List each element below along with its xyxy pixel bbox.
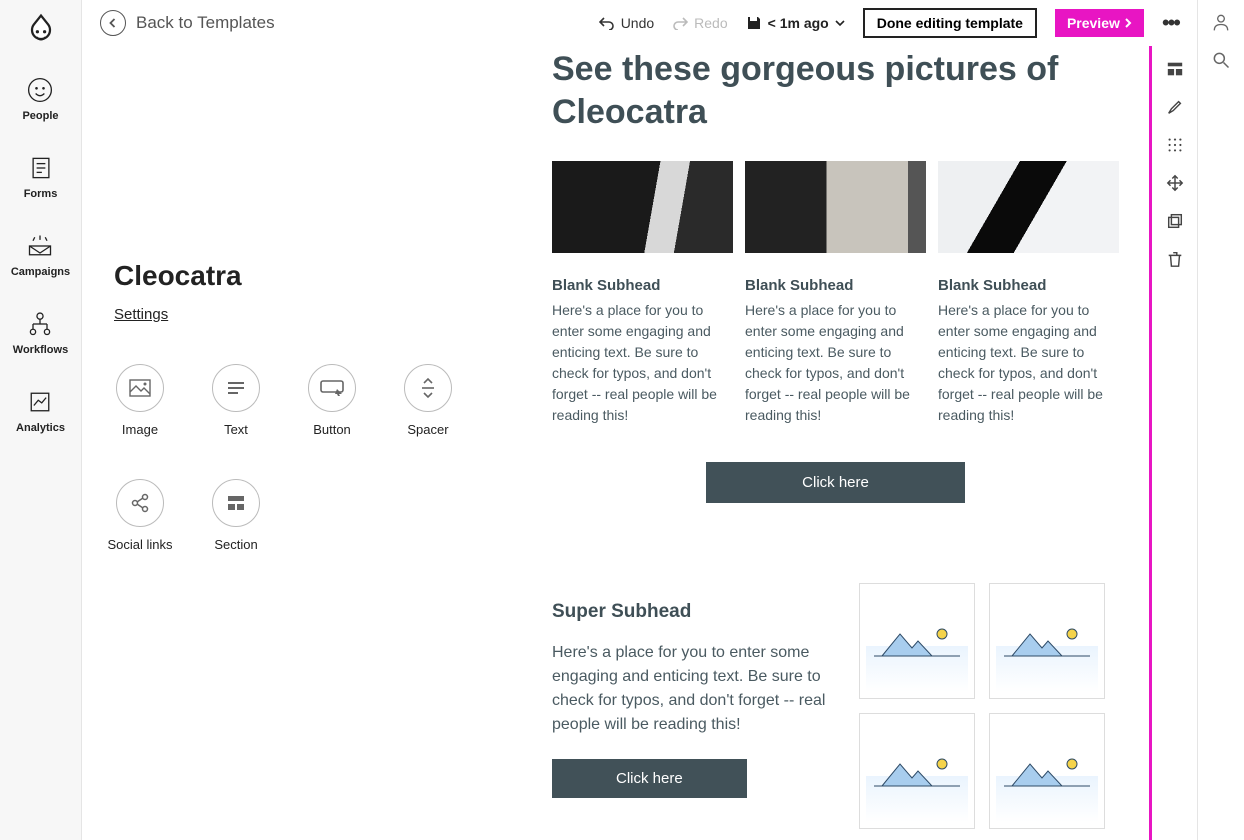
- section-two-subhead[interactable]: Super Subhead: [552, 601, 829, 623]
- settings-link[interactable]: Settings: [114, 306, 168, 323]
- brush-icon[interactable]: [1166, 98, 1184, 116]
- column-1-body[interactable]: Here's a place for you to enter some eng…: [552, 300, 733, 426]
- spacer-icon: [419, 377, 437, 399]
- editor-tools: [1149, 46, 1197, 840]
- nav-people-label: People: [22, 110, 58, 122]
- chevron-down-icon: [835, 19, 845, 27]
- redo-button[interactable]: Redo: [672, 15, 727, 31]
- template-title: Cleocatra: [114, 260, 490, 292]
- app-logo[interactable]: [23, 12, 59, 48]
- grid-dots-icon[interactable]: [1166, 136, 1184, 154]
- more-menu-icon[interactable]: •••: [1162, 10, 1179, 36]
- column-2-image[interactable]: [745, 161, 926, 253]
- utility-rail: [1197, 0, 1244, 840]
- cta-button-2[interactable]: Click here: [552, 759, 747, 798]
- topbar: Back to Templates Undo Redo < 1m ago Don…: [82, 0, 1197, 46]
- search-icon[interactable]: [1211, 50, 1231, 70]
- nav-campaigns[interactable]: Campaigns: [11, 232, 70, 278]
- save-status[interactable]: < 1m ago: [746, 15, 845, 31]
- column-2[interactable]: Blank Subhead Here's a place for you to …: [745, 161, 926, 426]
- column-1-subhead[interactable]: Blank Subhead: [552, 277, 733, 294]
- move-icon[interactable]: [1166, 174, 1184, 192]
- account-icon[interactable]: [1211, 12, 1231, 32]
- save-icon: [746, 15, 762, 31]
- block-button[interactable]: Button: [306, 364, 358, 437]
- column-3-subhead[interactable]: Blank Subhead: [938, 277, 1119, 294]
- hero-title[interactable]: See these gorgeous pictures of Cleocatra: [552, 48, 1119, 133]
- nav-people[interactable]: People: [22, 76, 58, 122]
- chevron-right-icon: [1124, 18, 1132, 28]
- column-3-image[interactable]: [938, 161, 1119, 253]
- nav-workflows-label: Workflows: [13, 344, 68, 356]
- placeholder-image-3[interactable]: [859, 713, 975, 829]
- placeholder-image-1[interactable]: [859, 583, 975, 699]
- three-column-row: Blank Subhead Here's a place for you to …: [552, 161, 1119, 426]
- nav-forms-label: Forms: [24, 188, 58, 200]
- cta-button-1[interactable]: Click here: [706, 462, 965, 503]
- image-icon: [129, 379, 151, 397]
- undo-button[interactable]: Undo: [599, 15, 654, 31]
- back-label: Back to Templates: [136, 13, 275, 33]
- block-text[interactable]: Text: [210, 364, 262, 437]
- text-icon: [226, 380, 246, 396]
- trash-icon[interactable]: [1166, 250, 1184, 268]
- nav-workflows[interactable]: Workflows: [13, 310, 68, 356]
- placeholder-image-4[interactable]: [989, 713, 1105, 829]
- column-3[interactable]: Blank Subhead Here's a place for you to …: [938, 161, 1119, 426]
- undo-icon: [599, 16, 615, 30]
- email-canvas[interactable]: See these gorgeous pictures of Cleocatra…: [522, 46, 1149, 840]
- block-palette: Image Text Button Spacer Social links Se…: [114, 364, 490, 552]
- share-icon: [130, 493, 150, 513]
- column-2-body[interactable]: Here's a place for you to enter some eng…: [745, 300, 926, 426]
- block-section[interactable]: Section: [210, 479, 262, 552]
- nav-campaigns-label: Campaigns: [11, 266, 70, 278]
- nav-analytics[interactable]: Analytics: [16, 388, 65, 434]
- nav-forms[interactable]: Forms: [24, 154, 58, 200]
- section-icon: [226, 494, 246, 512]
- nav-rail: People Forms Campaigns Workflows Analyti…: [0, 0, 82, 840]
- block-social[interactable]: Social links: [114, 479, 166, 552]
- column-3-body[interactable]: Here's a place for you to enter some eng…: [938, 300, 1119, 426]
- done-editing-button[interactable]: Done editing template: [863, 8, 1037, 38]
- top-actions: Undo Redo < 1m ago Done editing template…: [599, 8, 1179, 38]
- block-spacer[interactable]: Spacer: [402, 364, 454, 437]
- chevron-left-icon: [100, 10, 126, 36]
- nav-analytics-label: Analytics: [16, 422, 65, 434]
- settings-panel: Cleocatra Settings Image Text Button Spa…: [82, 46, 522, 840]
- preview-button[interactable]: Preview: [1055, 9, 1144, 37]
- column-1-image[interactable]: [552, 161, 733, 253]
- block-image[interactable]: Image: [114, 364, 166, 437]
- section-two-gallery: [859, 583, 1119, 829]
- redo-icon: [672, 16, 688, 30]
- layout-icon[interactable]: [1166, 60, 1184, 78]
- column-1[interactable]: Blank Subhead Here's a place for you to …: [552, 161, 733, 426]
- section-two-body[interactable]: Here's a place for you to enter some eng…: [552, 641, 829, 737]
- back-to-templates-button[interactable]: Back to Templates: [100, 10, 275, 36]
- section-two: Super Subhead Here's a place for you to …: [552, 583, 1119, 829]
- section-two-text[interactable]: Super Subhead Here's a place for you to …: [552, 583, 829, 829]
- button-icon: [320, 380, 344, 396]
- duplicate-icon[interactable]: [1166, 212, 1184, 230]
- placeholder-image-2[interactable]: [989, 583, 1105, 699]
- column-2-subhead[interactable]: Blank Subhead: [745, 277, 926, 294]
